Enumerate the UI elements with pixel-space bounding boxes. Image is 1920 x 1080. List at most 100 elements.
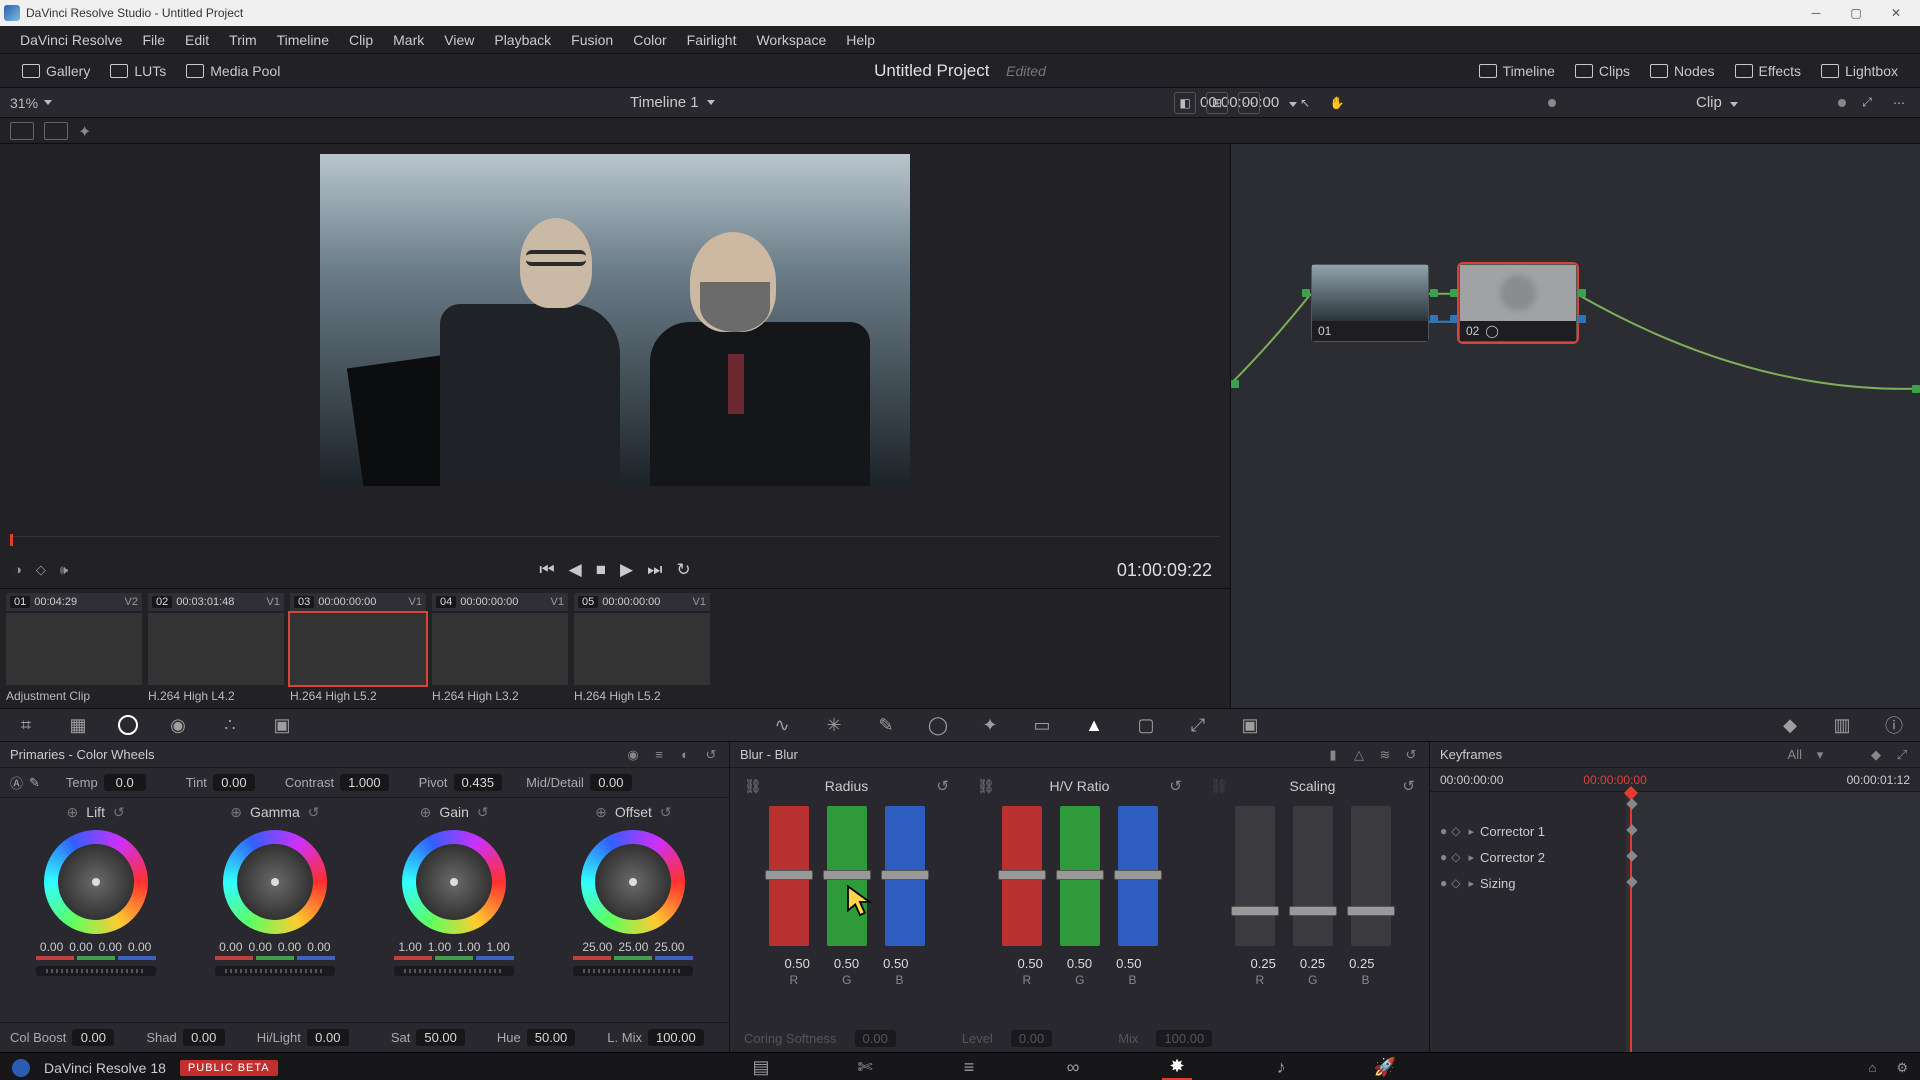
page-color-button[interactable]: ✸ [1162, 1056, 1192, 1080]
menu-davinci-resolve[interactable]: DaVinci Resolve [10, 32, 132, 48]
menu-timeline[interactable]: Timeline [267, 32, 339, 48]
lift-color-wheel[interactable] [44, 830, 148, 934]
middetail-field[interactable]: 0.00 [590, 774, 632, 791]
level-field[interactable]: 0.00 [1011, 1030, 1052, 1047]
expand-nodes-button[interactable]: ⤢ [1856, 92, 1878, 114]
color-warper-button[interactable]: ✳ [822, 713, 846, 737]
scaling-r-value[interactable]: 0.25 [1251, 956, 1276, 971]
radius-reset-button[interactable]: ↺ [936, 777, 949, 795]
nodes-panel-button[interactable]: Nodes [1640, 59, 1724, 83]
zoom-dropdown[interactable]: 31% [10, 95, 52, 111]
node-01[interactable]: 01 [1311, 264, 1429, 342]
primaries-mode-bars-button[interactable]: ≡ [651, 747, 667, 763]
timeline-select-dropdown[interactable]: Timeline 1 [630, 94, 715, 111]
node-output-rgb-port[interactable] [1578, 289, 1586, 297]
page-edit-button[interactable]: ≡ [954, 1056, 984, 1080]
offset-values[interactable]: 25.0025.0025.00 [582, 940, 684, 954]
clip-thumbnail[interactable]: 0300:00:00:00V1H.264 High L5.2 [290, 593, 426, 704]
mix-field[interactable]: 100.00 [1156, 1030, 1212, 1047]
node-graph[interactable]: 01 02◯ [1230, 144, 1920, 708]
menu-workspace[interactable]: Workspace [746, 32, 836, 48]
node-input-rgb-port[interactable] [1450, 289, 1458, 297]
radius-g-slider[interactable] [827, 806, 867, 946]
clips-panel-button[interactable]: Clips [1565, 59, 1640, 83]
node-output-alpha-port[interactable] [1578, 315, 1586, 323]
step-back-button[interactable]: ◀ [569, 560, 582, 580]
gain-color-wheel[interactable] [402, 830, 506, 934]
chevron-right-icon[interactable]: ▸ [1468, 825, 1474, 838]
viewer-mode-single-button[interactable] [10, 122, 34, 140]
color-wheels-button[interactable] [118, 715, 138, 735]
menu-mark[interactable]: Mark [383, 32, 434, 48]
keyframe-marker[interactable] [1626, 824, 1637, 835]
hilight-field[interactable]: 0.00 [307, 1029, 349, 1046]
primaries-reset-button[interactable]: ↺ [703, 747, 719, 763]
scopes-button[interactable]: ▥ [1830, 713, 1854, 737]
lmix-field[interactable]: 100.00 [648, 1029, 704, 1046]
radius-b-slider[interactable] [885, 806, 925, 946]
contrast-field[interactable]: 1.000 [340, 774, 389, 791]
scaling-g-value[interactable]: 0.25 [1300, 956, 1325, 971]
nodes-options-button[interactable]: ⋯ [1888, 92, 1910, 114]
lift-master-wheel[interactable] [36, 966, 156, 976]
pointer-tool-button[interactable]: ↖ [1294, 92, 1316, 114]
radius-r-slider[interactable] [769, 806, 809, 946]
blur-mode-sharpen-button[interactable]: △ [1351, 747, 1367, 763]
magic-mask-button[interactable]: ▭ [1030, 713, 1054, 737]
menu-fairlight[interactable]: Fairlight [677, 32, 747, 48]
viewer-options-button[interactable]: ⋯ [1238, 92, 1260, 114]
enable-icon[interactable]: ◇ [1451, 824, 1460, 838]
node-02[interactable]: 02◯ [1459, 264, 1577, 342]
page-deliver-button[interactable]: 🚀 [1370, 1056, 1400, 1080]
clip-thumbnail[interactable]: 0500:00:00:00V1H.264 High L5.2 [574, 593, 710, 704]
lift-reset-button[interactable]: ↺ [113, 804, 125, 821]
info-button[interactable]: ⓘ [1882, 713, 1906, 737]
keyframes-filter-dropdown[interactable]: All [1788, 747, 1802, 763]
playhead-icon[interactable] [10, 534, 13, 546]
pick-white-button[interactable]: ✎ [29, 775, 40, 791]
chevron-right-icon[interactable]: ▸ [1468, 851, 1474, 864]
bypass-grades-button[interactable]: ◑ [14, 562, 22, 578]
timeline-panel-button[interactable]: Timeline [1469, 59, 1565, 83]
kf-corrector1-label[interactable]: Corrector 1 [1480, 824, 1545, 839]
page-fusion-button[interactable]: ∞ [1058, 1056, 1088, 1080]
gain-values[interactable]: 1.001.001.001.00 [398, 940, 509, 954]
menu-help[interactable]: Help [836, 32, 885, 48]
gamma-master-wheel[interactable] [215, 966, 335, 976]
offset-color-wheel[interactable] [581, 830, 685, 934]
blur-button[interactable]: ▲ [1082, 713, 1106, 737]
scaling-r-slider[interactable] [1235, 806, 1275, 946]
hv-r-slider[interactable] [1002, 806, 1042, 946]
wheel-pre-icon[interactable]: ⊕ [595, 804, 607, 821]
hdr-wheels-button[interactable]: ◉ [166, 713, 190, 737]
coring-softness-field[interactable]: 0.00 [855, 1030, 896, 1047]
sat-field[interactable]: 50.00 [416, 1029, 465, 1046]
node-input-rgb-port[interactable] [1302, 289, 1310, 297]
graph-output-port[interactable] [1912, 385, 1920, 393]
window-button[interactable]: ◯ [926, 713, 950, 737]
hv-g-value[interactable]: 0.50 [1067, 956, 1092, 971]
viewer-area[interactable] [0, 144, 1230, 530]
stop-button[interactable]: ■ [596, 560, 606, 580]
clip-thumbnail[interactable]: 0400:00:00:00V1H.264 High L3.2 [432, 593, 568, 704]
window-close-button[interactable]: ✕ [1876, 0, 1916, 26]
radius-r-value[interactable]: 0.50 [785, 956, 810, 971]
sizing-button[interactable]: ⤢ [1186, 713, 1210, 737]
offset-master-wheel[interactable] [573, 966, 693, 976]
magic-mask-button[interactable]: ✦ [78, 122, 98, 140]
split-screen-button[interactable]: ⊞ [1206, 92, 1228, 114]
mediapool-button[interactable]: Media Pool [176, 59, 290, 83]
wheel-pre-icon[interactable]: ⊕ [230, 804, 242, 821]
keyframe-track-area[interactable] [1626, 792, 1920, 1052]
clip-group-select[interactable]: Clip [1696, 94, 1738, 111]
auto-balance-button[interactable]: Ⓐ [10, 773, 23, 792]
blur-mode-mist-button[interactable]: ≋ [1377, 747, 1393, 763]
play-button[interactable]: ▶ [620, 560, 633, 580]
qualifier-button[interactable]: ✎ [874, 713, 898, 737]
temp-field[interactable]: 0.0 [104, 774, 146, 791]
image-wipe-button[interactable]: ◧ [1174, 92, 1196, 114]
blur-reset-button[interactable]: ↺ [1403, 747, 1419, 763]
wheel-pre-icon[interactable]: ⊕ [420, 804, 432, 821]
node-output-rgb-port[interactable] [1430, 289, 1438, 297]
gamma-values[interactable]: 0.000.000.000.00 [219, 940, 330, 954]
